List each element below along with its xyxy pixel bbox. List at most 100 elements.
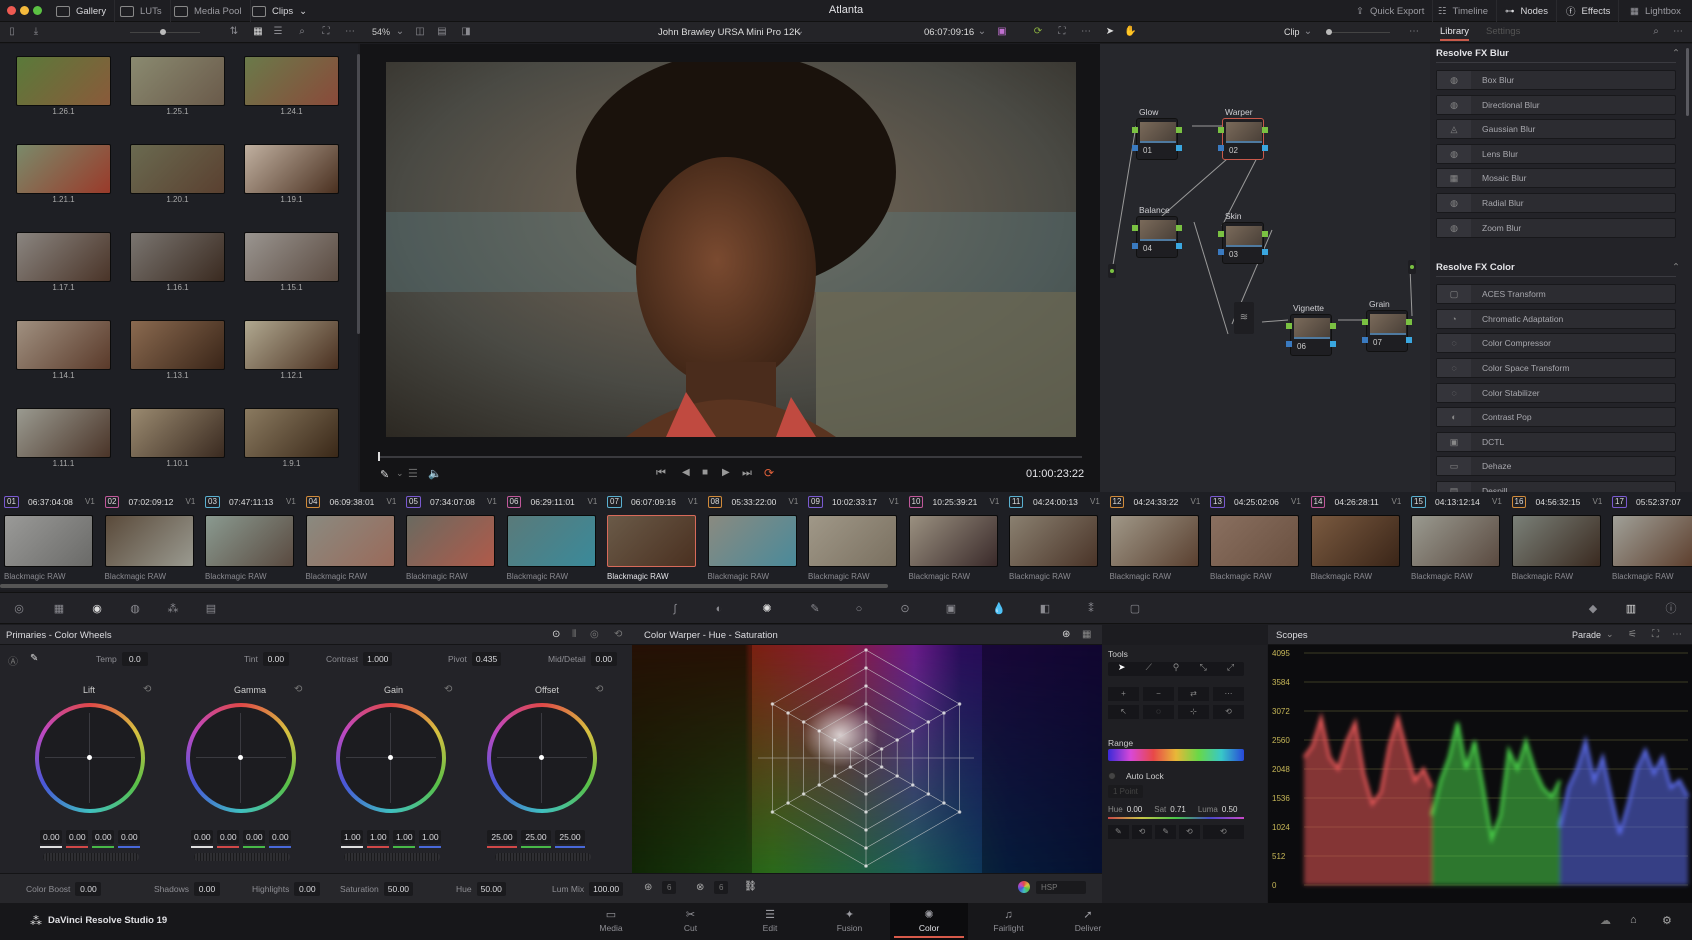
scope-mode-dropdown[interactable]: Parade: [1572, 630, 1601, 640]
chevron-down-icon[interactable]: ⌄: [794, 26, 806, 38]
wheel-value-field[interactable]: 1.00: [393, 830, 415, 844]
bars-mode-icon[interactable]: ⦀: [572, 629, 576, 640]
color-wheel-gain[interactable]: [336, 703, 446, 813]
warper-control-point[interactable]: [942, 711, 946, 715]
clip-thumbnail[interactable]: 03 07:47:11:13 V1 Blackmagic RAW: [201, 492, 296, 584]
wheel-value-field[interactable]: 0.00: [269, 830, 291, 844]
warper-control-point[interactable]: [864, 702, 868, 706]
warper-control-point[interactable]: [864, 846, 868, 850]
volume-icon[interactable]: 🔈: [428, 467, 442, 480]
layers-icon[interactable]: ☰: [408, 467, 418, 480]
wheel-puck[interactable]: [238, 755, 243, 760]
keyframes-icon[interactable]: ◆: [1586, 603, 1600, 615]
clip-thumbnail[interactable]: 05 07:34:07:08 V1 Blackmagic RAW: [402, 492, 497, 584]
expand-icon[interactable]: ⛶: [1652, 629, 1659, 640]
fx-item[interactable]: ◌ Color Compressor: [1436, 333, 1676, 354]
wheel-reset-icon[interactable]: ⟲: [595, 684, 603, 695]
reset-icon[interactable]: ⟲: [614, 629, 622, 640]
wheel-puck[interactable]: [87, 755, 92, 760]
tab-luts[interactable]: LUTs: [112, 0, 171, 22]
page-tab-media[interactable]: ▭ Media: [572, 903, 650, 940]
tab-timeline[interactable]: ☷ Timeline: [1430, 0, 1498, 22]
tab-gallery[interactable]: Gallery: [48, 0, 116, 22]
param-value-field[interactable]: 0.00: [590, 652, 617, 666]
node-key-input[interactable]: [1286, 341, 1292, 347]
gallery-still[interactable]: 1.25.1: [130, 56, 225, 122]
loop-icon[interactable]: ⟳: [764, 466, 774, 480]
more-options-icon[interactable]: ⋯: [344, 26, 356, 38]
clip-thumbnail[interactable]: 02 07:02:09:12 V1 Blackmagic RAW: [101, 492, 195, 584]
wheels-mode-icon[interactable]: ⊙: [552, 629, 560, 640]
sat-reset-icon[interactable]: ⟲: [1179, 825, 1200, 839]
blur-icon[interactable]: 💧: [992, 603, 1006, 615]
node-rgb-output[interactable]: [1176, 127, 1182, 133]
node-key-output[interactable]: [1262, 249, 1268, 255]
fx-item[interactable]: ◍ Lens Blur: [1436, 143, 1676, 164]
link-icon[interactable]: ⛓: [744, 881, 757, 892]
node-key-input[interactable]: [1218, 249, 1224, 255]
warper-control-point[interactable]: [895, 738, 899, 742]
eyedropper-icon[interactable]: ✎: [380, 468, 389, 481]
node-mode-dropdown[interactable]: Clip: [1284, 27, 1300, 37]
node-warper[interactable]: Warper 02: [1218, 107, 1268, 160]
node-glow[interactable]: Glow 01: [1132, 107, 1182, 160]
fx-item[interactable]: ◍ Zoom Blur: [1436, 217, 1676, 238]
eyedropper-icon[interactable]: ✎: [30, 653, 38, 664]
grid-icon[interactable]: ▦: [1082, 629, 1091, 640]
warper-control-point[interactable]: [833, 738, 837, 742]
node-rgb-input[interactable]: [1218, 231, 1224, 237]
viewer-frame[interactable]: [386, 62, 1076, 437]
warper-control-point[interactable]: [910, 729, 915, 733]
clip-thumbnail[interactable]: 11 04:24:00:13 V1 Blackmagic RAW: [1005, 492, 1100, 584]
node-key-input[interactable]: [1132, 145, 1138, 151]
highlight-icon[interactable]: ⟳: [1032, 26, 1044, 38]
fx-item[interactable]: ▦ Mosaic Blur: [1436, 168, 1676, 189]
wheel-value-field[interactable]: 1.00: [367, 830, 389, 844]
warper-control-point[interactable]: [910, 783, 915, 787]
sidebar-toggle-icon[interactable]: ▯: [6, 26, 18, 38]
warper-control-point[interactable]: [879, 765, 884, 769]
gallery-still[interactable]: 1.21.1: [16, 144, 111, 210]
warper-control-point[interactable]: [817, 783, 822, 787]
node-key-output[interactable]: [1176, 243, 1182, 249]
fx-group-header[interactable]: Resolve FX Color ⌃: [1436, 262, 1680, 273]
swap-icon[interactable]: ⇄: [1178, 687, 1209, 701]
convert-icon[interactable]: ⋯: [1213, 687, 1244, 701]
warper-control-point[interactable]: [864, 684, 868, 688]
search-icon[interactable]: ⌕: [296, 26, 308, 38]
warper-control-point[interactable]: [817, 729, 822, 733]
gallery-still[interactable]: 1.12.1: [244, 320, 339, 386]
warper-control-point[interactable]: [833, 774, 837, 778]
gallery-still[interactable]: 1.10.1: [130, 408, 225, 474]
fx-item[interactable]: ◍ Radial Blur: [1436, 193, 1676, 213]
warper-control-point[interactable]: [942, 801, 946, 805]
warper-grid[interactable]: [632, 645, 1102, 873]
select-icon[interactable]: ↖: [1108, 705, 1139, 719]
select-tool-icon[interactable]: ➤: [1108, 662, 1135, 676]
timeline-name-dropdown[interactable]: John Brawley URSA Mini Pro 12K: [658, 27, 801, 38]
color-wheel-gamma[interactable]: [186, 703, 296, 813]
clip-thumbnail[interactable]: 04 06:09:38:01 V1 Blackmagic RAW: [302, 492, 396, 584]
timecode-dropdown[interactable]: 06:07:09:16: [924, 27, 974, 38]
wheel-value-field[interactable]: 0.00: [40, 830, 62, 844]
clip-thumbnail[interactable]: 1705:52:37:07V1Blackmagic RAW: [1608, 492, 1692, 584]
node-rgb-input[interactable]: [1132, 127, 1138, 133]
color-wheel-lift[interactable]: [35, 703, 145, 813]
color-space-dropdown[interactable]: HSP: [1036, 881, 1086, 894]
fx-item[interactable]: ▣ DCTL: [1436, 431, 1676, 452]
clip-thumbnail[interactable]: 01 06:37:04:08 V1 Blackmagic RAW: [0, 492, 95, 584]
fit-icon[interactable]: ⛶: [320, 26, 332, 38]
param-value-field[interactable]: 50.00: [383, 882, 414, 896]
curves-icon[interactable]: ∫: [668, 603, 682, 615]
node-key-output[interactable]: [1406, 337, 1412, 343]
wheel-value-field[interactable]: 25.00: [487, 830, 517, 844]
clip-thumbnail[interactable]: 14 04:26:28:11 V1 Blackmagic RAW: [1307, 492, 1401, 584]
add-point-icon[interactable]: +: [1108, 687, 1139, 701]
zoom-level[interactable]: 54%: [372, 27, 390, 37]
fx-item[interactable]: ◔ Chromatic Adaptation: [1436, 308, 1676, 329]
wheel-value-field[interactable]: 0.00: [217, 830, 239, 844]
node-vignette[interactable]: Vignette 06: [1286, 303, 1336, 356]
master-wheel-gamma[interactable]: [194, 853, 290, 861]
clip-thumbnail[interactable]: 08 05:33:22:00 V1 Blackmagic RAW: [704, 492, 798, 584]
sizing-icon[interactable]: ⁑: [1084, 603, 1098, 615]
